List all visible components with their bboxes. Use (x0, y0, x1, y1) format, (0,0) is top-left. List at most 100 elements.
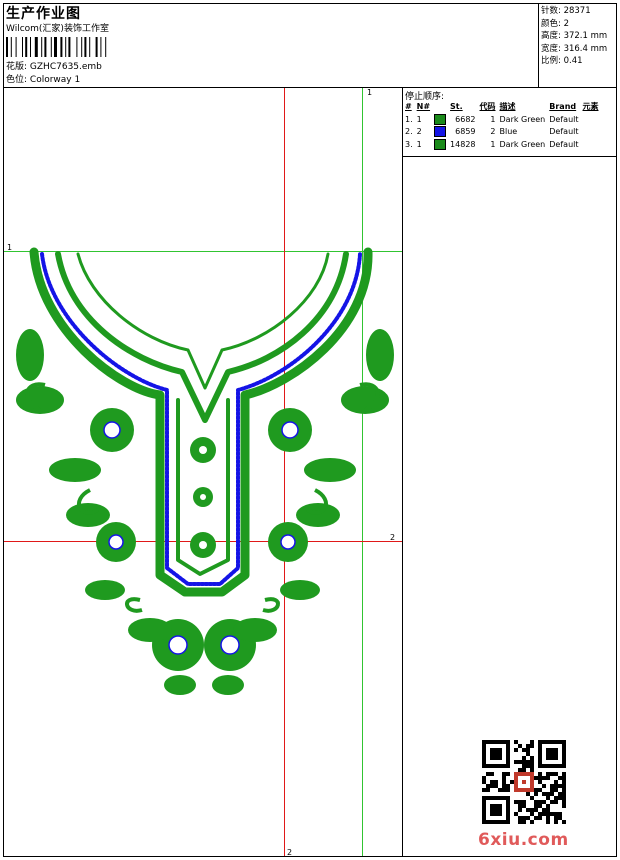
qr-module (522, 760, 526, 764)
qr-module (530, 760, 534, 764)
left-leaf (164, 675, 196, 695)
left-leaf (49, 458, 101, 482)
flower-center (108, 534, 124, 550)
qr-module (518, 820, 522, 824)
qr-module (546, 808, 550, 812)
qr-module (530, 820, 534, 824)
qr-module (550, 788, 554, 792)
qr-module (506, 788, 510, 792)
right-leaf (280, 580, 320, 600)
qr-module (518, 808, 522, 812)
qr-module (562, 804, 566, 808)
qr-module (502, 776, 506, 780)
qr-module (490, 804, 502, 816)
qr-module (554, 780, 558, 784)
qr-module (494, 780, 498, 784)
qr-module (554, 796, 558, 800)
qr-module (546, 820, 550, 824)
qr-module (562, 796, 566, 800)
qr-module (518, 816, 522, 820)
qr-module (562, 792, 566, 796)
right-leaf (212, 675, 244, 695)
qr-module (534, 792, 538, 796)
qr-module (538, 780, 542, 784)
qr-module (510, 780, 514, 784)
qr-module (526, 808, 530, 812)
qr-module (482, 776, 486, 780)
qr-module (530, 796, 534, 800)
qr-module (538, 776, 542, 780)
qr-module (550, 772, 554, 776)
qr-module (550, 812, 554, 816)
qr-module (538, 812, 542, 816)
flower-center (220, 635, 240, 655)
qr-module (530, 808, 534, 812)
qr-module (526, 764, 530, 768)
flower-center (280, 534, 296, 550)
qr-module (522, 800, 526, 804)
qr-module (562, 780, 566, 784)
qr-module (538, 804, 542, 808)
placket-flower-center (199, 446, 207, 454)
left-leaf (66, 503, 110, 527)
qr-module (486, 772, 490, 776)
qr-module (530, 764, 534, 768)
qr-module (562, 800, 566, 804)
qr-module (546, 804, 550, 808)
qr-module (486, 784, 490, 788)
qr-module (506, 784, 510, 788)
qr-module (546, 776, 550, 780)
qr-module (534, 776, 538, 780)
qr-module (514, 760, 518, 764)
qr-module (530, 740, 534, 744)
qr-module (542, 792, 546, 796)
qr-module (522, 816, 526, 820)
qr-module (514, 748, 518, 752)
qr-module (558, 776, 562, 780)
qr-module (514, 740, 518, 744)
qr-module (550, 800, 554, 804)
qr-module (542, 776, 546, 780)
qr-module (562, 788, 566, 792)
watermark: 6xiu.com (478, 830, 569, 850)
embroidery-design (16, 247, 394, 695)
qr-module (546, 796, 550, 800)
qr-module (522, 768, 526, 772)
qr-module (534, 788, 538, 792)
placket-flower-center (199, 541, 207, 549)
qr-module (546, 792, 550, 796)
qr-module (558, 784, 562, 788)
qr-module (534, 816, 538, 820)
qr-code (482, 740, 566, 824)
qr-module (522, 780, 526, 784)
qr-module (526, 748, 530, 752)
placket-flower-center (200, 494, 206, 500)
qr-module (546, 748, 558, 760)
qr-module (538, 816, 542, 820)
qr-module (554, 800, 558, 804)
qr-module (502, 772, 506, 776)
right-leaf (304, 458, 356, 482)
left-leaf (16, 329, 44, 381)
qr-module (518, 744, 522, 748)
qr-module (562, 776, 566, 780)
qr-module (522, 748, 526, 752)
qr-module (522, 820, 526, 824)
qr-module (546, 812, 550, 816)
qr-module (558, 812, 562, 816)
qr-module (558, 792, 562, 796)
qr-module (554, 812, 558, 816)
qr-module (490, 780, 494, 784)
qr-module (534, 804, 538, 808)
qr-module (526, 744, 530, 748)
flower-center (281, 421, 299, 439)
qr-module (554, 772, 558, 776)
qr-module (518, 768, 522, 772)
qr-module (526, 816, 530, 820)
qr-module (506, 772, 510, 776)
qr-module (514, 800, 518, 804)
qr-module (558, 796, 562, 800)
flower-center (103, 421, 121, 439)
qr-module (502, 784, 506, 788)
qr-module (522, 764, 526, 768)
